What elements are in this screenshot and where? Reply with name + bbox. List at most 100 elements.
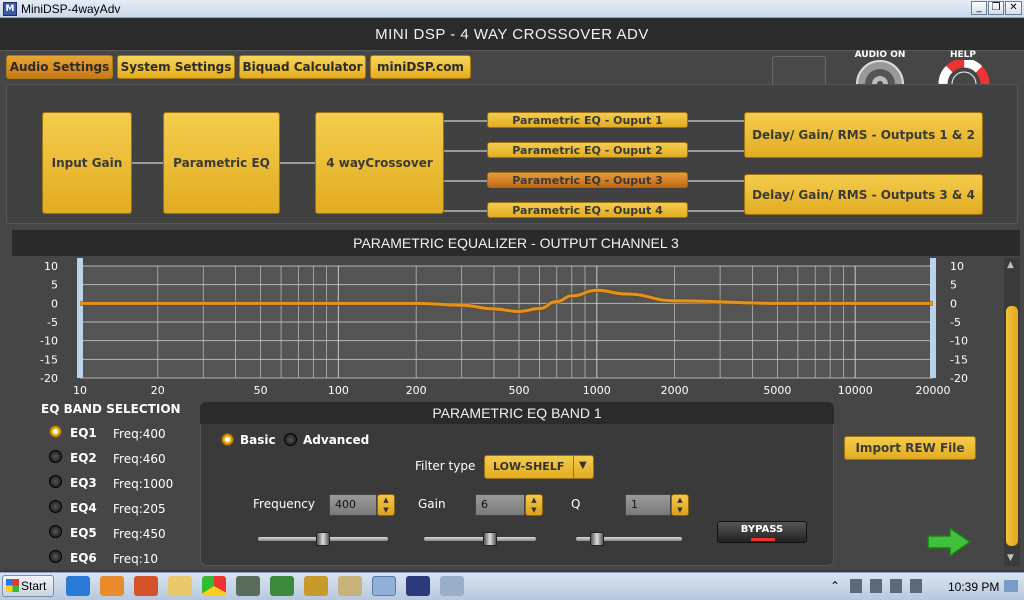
eq-band-radio[interactable]	[49, 500, 62, 513]
x-tick-label: 1000	[583, 384, 611, 397]
gain-label: Gain	[418, 497, 446, 511]
connector	[444, 120, 487, 122]
advanced-radio[interactable]	[284, 433, 297, 446]
bypass-button[interactable]: BYPASS	[717, 521, 807, 543]
eq-band-radio[interactable]	[49, 425, 62, 438]
crossover-block[interactable]: 4 wayCrossover	[315, 112, 444, 214]
scroll-down-icon[interactable]: ▼	[1007, 553, 1014, 563]
connector	[688, 180, 744, 182]
frequency-spinner[interactable]: ▲ ▼	[377, 494, 395, 516]
tab-biquad-calculator[interactable]: Biquad Calculator	[239, 55, 366, 79]
connector	[444, 210, 487, 212]
q-label: Q	[571, 497, 581, 511]
parametric-eq-block[interactable]: Parametric EQ	[163, 112, 280, 214]
window-titlebar: M MiniDSP-4wayAdv _ ❐ ✕	[0, 0, 1024, 18]
basic-label: Basic	[240, 433, 276, 447]
clock: 10:39 PM	[948, 580, 1000, 594]
restore-button[interactable]: ❐	[988, 1, 1004, 15]
system-tray-icons[interactable]	[850, 579, 930, 593]
x-tick-label: 5000	[763, 384, 791, 397]
filter-type-value: LOW-SHELF	[493, 460, 565, 473]
chevron-down-icon: ▼	[579, 460, 587, 471]
ie-icon[interactable]	[66, 576, 90, 596]
x-tick-label: 50	[254, 384, 268, 397]
y-tick-label-left: 0	[51, 297, 58, 310]
peq-output-1-button[interactable]: Parametric EQ - Ouput 1	[487, 112, 688, 128]
gain-spinner[interactable]: ▲ ▼	[525, 494, 543, 516]
y-tick-label-right: 10	[950, 260, 964, 273]
input-gain-block[interactable]: Input Gain	[42, 112, 132, 214]
left-range-marker	[77, 258, 83, 378]
scrollbar-thumb[interactable]	[1006, 306, 1018, 546]
y-tick-label-left: -10	[40, 335, 58, 348]
y-tick-label-left: -5	[47, 316, 58, 329]
connector	[444, 180, 487, 182]
eq-band-freq: Freq:10	[113, 552, 159, 566]
eq-band-radio[interactable]	[49, 475, 62, 488]
basic-radio[interactable]	[221, 433, 234, 446]
gain-input[interactable]: 6	[475, 494, 525, 516]
peq-output-2-button[interactable]: Parametric EQ - Ouput 2	[487, 142, 688, 158]
eq-band-radio[interactable]	[49, 450, 62, 463]
connector	[132, 162, 163, 164]
x-tick-label: 2000	[661, 384, 689, 397]
chrome-icon[interactable]	[202, 576, 226, 596]
eq-band-freq: Freq:450	[113, 527, 166, 541]
eq-band-freq: Freq:460	[113, 452, 166, 466]
eq-response-graph[interactable]: 10 105 50 0-5 -5-10 -10-15 -15-20 -2010 20 50 100 2…	[0, 256, 1004, 400]
tab-minidsp-com[interactable]: miniDSP.com	[370, 55, 471, 79]
filter-type-select[interactable]: LOW-SHELF ▼	[484, 455, 594, 479]
tab-system-settings[interactable]: System Settings	[117, 55, 235, 79]
y-tick-label-right: -15	[950, 353, 968, 366]
minimize-button[interactable]: _	[971, 1, 987, 15]
x-tick-label: 20	[151, 384, 165, 397]
q-input[interactable]: 1	[625, 494, 671, 516]
excel-icon[interactable]	[270, 576, 294, 596]
start-label: Start	[21, 579, 47, 593]
frequency-input[interactable]: 400	[329, 494, 377, 516]
tab-audio-settings[interactable]: Audio Settings	[6, 55, 113, 79]
bypass-led	[751, 538, 775, 541]
y-tick-label-left: -15	[40, 353, 58, 366]
tool-icon[interactable]	[440, 576, 464, 596]
app-icon[interactable]	[338, 576, 362, 596]
q-slider-knob[interactable]	[589, 532, 604, 546]
scroll-up-icon[interactable]: ▲	[1007, 260, 1014, 270]
eq-band-radio[interactable]	[49, 525, 62, 538]
eq-band-selection-title: EQ BAND SELECTION	[41, 402, 181, 416]
delay-gain-outputs-1-2-button[interactable]: Delay/ Gain/ RMS - Outputs 1 & 2	[744, 112, 983, 158]
rew-icon[interactable]	[406, 576, 430, 596]
eq-band-name: EQ1	[70, 426, 97, 440]
y-tick-label-left: -20	[40, 372, 58, 385]
x-tick-label: 100	[328, 384, 349, 397]
connector	[280, 162, 315, 164]
tray-expand-icon[interactable]: ⌃	[830, 579, 840, 593]
advanced-label: Advanced	[303, 433, 370, 447]
close-button[interactable]: ✕	[1005, 1, 1022, 15]
gain-slider[interactable]	[424, 537, 536, 541]
delay-gain-outputs-3-4-button[interactable]: Delay/ Gain/ RMS - Outputs 3 & 4	[744, 174, 983, 215]
graph-title: PARAMETRIC EQUALIZER - OUTPUT CHANNEL 3	[12, 230, 1020, 256]
media-player-icon[interactable]	[100, 576, 124, 596]
eq-band-name: EQ4	[70, 501, 97, 515]
peq-output-3-button[interactable]: Parametric EQ - Ouput 3	[487, 172, 688, 188]
y-tick-label-right: -5	[950, 316, 961, 329]
y-tick-label-right: 0	[950, 297, 957, 310]
import-rew-file-button[interactable]: Import REW File	[844, 436, 976, 460]
terminal-icon[interactable]	[236, 576, 260, 596]
eq-band-radio[interactable]	[49, 550, 62, 563]
firefox-icon[interactable]	[134, 576, 158, 596]
headphones-icon[interactable]	[304, 576, 328, 596]
gain-slider-knob[interactable]	[482, 532, 497, 546]
peq-output-4-button[interactable]: Parametric EQ - Ouput 4	[487, 202, 688, 218]
minidsp-taskbar-icon[interactable]	[372, 576, 396, 596]
frequency-slider-knob[interactable]	[316, 532, 330, 546]
eq-band-name: EQ6	[70, 551, 97, 565]
x-tick-label: 10000	[838, 384, 873, 397]
q-spinner[interactable]: ▲ ▼	[671, 494, 689, 516]
show-desktop-icon[interactable]	[1004, 580, 1018, 592]
folder-icon[interactable]	[168, 576, 192, 596]
start-button[interactable]: Start	[2, 575, 54, 597]
next-arrow-icon[interactable]	[926, 526, 972, 558]
y-tick-label-right: -10	[950, 335, 968, 348]
